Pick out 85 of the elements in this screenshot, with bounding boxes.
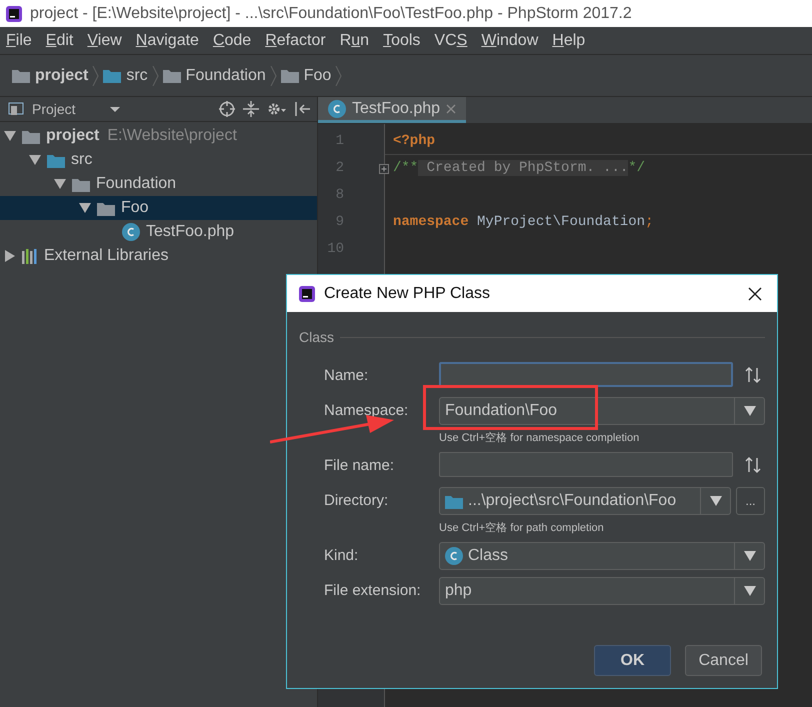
expanded-arrow-icon bbox=[29, 154, 41, 166]
field-label: Name: bbox=[324, 366, 370, 386]
chevron-icon bbox=[270, 66, 277, 86]
text-field[interactable] bbox=[439, 362, 733, 387]
menu-item[interactable]: Navigate bbox=[136, 28, 199, 52]
chevron-icon bbox=[152, 66, 159, 86]
field-label: Directory: bbox=[324, 490, 390, 511]
menu-item[interactable]: Tools bbox=[383, 28, 420, 52]
folder-icon bbox=[103, 68, 122, 83]
close-button[interactable] bbox=[747, 286, 763, 302]
window-title: project - [E:\Website\project] - ...\src\Foundation\Foo\TestFoo.php - PhpStorm 2017.2 bbox=[30, 4, 632, 24]
menu-item[interactable]: Window bbox=[481, 28, 538, 52]
close-icon bbox=[748, 286, 762, 300]
locate-icon bbox=[219, 101, 235, 117]
dropdown-arrow-icon bbox=[710, 496, 722, 506]
folder-icon bbox=[445, 494, 463, 508]
tree-item[interactable]: src bbox=[0, 148, 317, 172]
hint-text: Use Ctrl+空格 for namespace completion bbox=[439, 432, 640, 445]
breadcrumb[interactable]: Foundation bbox=[162, 64, 266, 88]
field-label: Kind: bbox=[324, 546, 360, 566]
settings-icon bbox=[267, 101, 287, 117]
swap-arrows-icon bbox=[745, 366, 761, 384]
collapse-icon bbox=[243, 101, 259, 117]
app-logo-icon bbox=[299, 286, 315, 302]
class-icon bbox=[328, 100, 346, 118]
expanded-arrow-icon bbox=[54, 178, 66, 190]
breadcrumb[interactable]: project bbox=[12, 64, 88, 88]
dropdown-arrow-icon bbox=[110, 106, 120, 112]
menu-item[interactable]: Code bbox=[212, 28, 252, 52]
folder-icon bbox=[162, 68, 181, 83]
folder-icon bbox=[12, 68, 30, 83]
editor-tab[interactable]: TestFoo.php bbox=[318, 97, 466, 123]
hint-text: Use Ctrl+空格 for path completion bbox=[439, 522, 605, 535]
folder-icon bbox=[22, 128, 40, 144]
tree-item[interactable]: TestFoo.php bbox=[0, 220, 317, 244]
dropdown-arrow-icon bbox=[744, 586, 756, 596]
menu-item[interactable]: Refactor bbox=[265, 28, 326, 52]
close-icon bbox=[446, 104, 456, 114]
breadcrumb[interactable]: src bbox=[103, 64, 148, 88]
class-icon bbox=[122, 223, 140, 241]
browse-button[interactable]: ... bbox=[736, 487, 765, 515]
dropdown-field[interactable]: Class bbox=[439, 542, 765, 570]
text-field[interactable] bbox=[439, 452, 733, 477]
dropdown-field[interactable]: php bbox=[439, 577, 765, 605]
tree-item[interactable]: Foundation bbox=[0, 172, 317, 196]
menu-item[interactable]: Run bbox=[340, 28, 370, 52]
menu-item[interactable]: View bbox=[87, 28, 122, 52]
folder-icon bbox=[72, 176, 90, 192]
breadcrumb[interactable]: Foo bbox=[280, 64, 332, 88]
field-label: File name: bbox=[324, 456, 396, 476]
chevron-icon bbox=[92, 66, 100, 86]
expanded-arrow-icon bbox=[4, 130, 16, 142]
field-label: Namespace: bbox=[324, 400, 410, 421]
dropdown-field[interactable]: ...\project\src\Foundation\Foo bbox=[439, 487, 731, 515]
app-logo-icon bbox=[6, 6, 22, 22]
collapsed-arrow-icon bbox=[4, 250, 16, 262]
tree-item[interactable]: project E:\Website\project bbox=[0, 124, 317, 148]
cancel-button[interactable]: Cancel bbox=[685, 645, 762, 676]
code-line: namespace MyProject\Foundation; bbox=[393, 213, 654, 232]
panel-title: Project bbox=[32, 100, 76, 119]
folder-icon bbox=[97, 200, 115, 216]
chevron-icon bbox=[335, 66, 342, 86]
dropdown-field[interactable]: Foundation\Foo bbox=[439, 397, 765, 425]
folder-icon bbox=[280, 68, 299, 83]
project-view-icon bbox=[8, 102, 24, 116]
tree-item[interactable]: External Libraries bbox=[0, 244, 317, 268]
class-icon bbox=[445, 547, 463, 565]
swap-arrows-icon bbox=[745, 456, 761, 474]
ok-button[interactable]: OK bbox=[594, 645, 671, 676]
tree-item[interactable]: Foo bbox=[0, 196, 317, 220]
dropdown-arrow-icon bbox=[744, 551, 756, 561]
field-label: File extension: bbox=[324, 580, 422, 601]
menu-item[interactable]: File bbox=[6, 28, 32, 52]
dropdown-arrow-icon bbox=[744, 406, 756, 416]
menu-item[interactable]: Edit bbox=[46, 28, 74, 52]
dialog-title: Create New PHP Class bbox=[324, 284, 490, 304]
expanded-arrow-icon bbox=[79, 202, 91, 214]
menu-item[interactable]: VCS bbox=[434, 28, 468, 52]
menu-item[interactable]: Help bbox=[552, 28, 586, 52]
hide-panel-icon bbox=[295, 101, 311, 117]
section-title: Class bbox=[299, 328, 334, 347]
code-line: /** Created by PhpStorm. ...*/ bbox=[393, 159, 646, 178]
code-line: <?php bbox=[393, 132, 436, 150]
library-icon bbox=[22, 248, 38, 264]
folder-icon bbox=[47, 152, 65, 168]
